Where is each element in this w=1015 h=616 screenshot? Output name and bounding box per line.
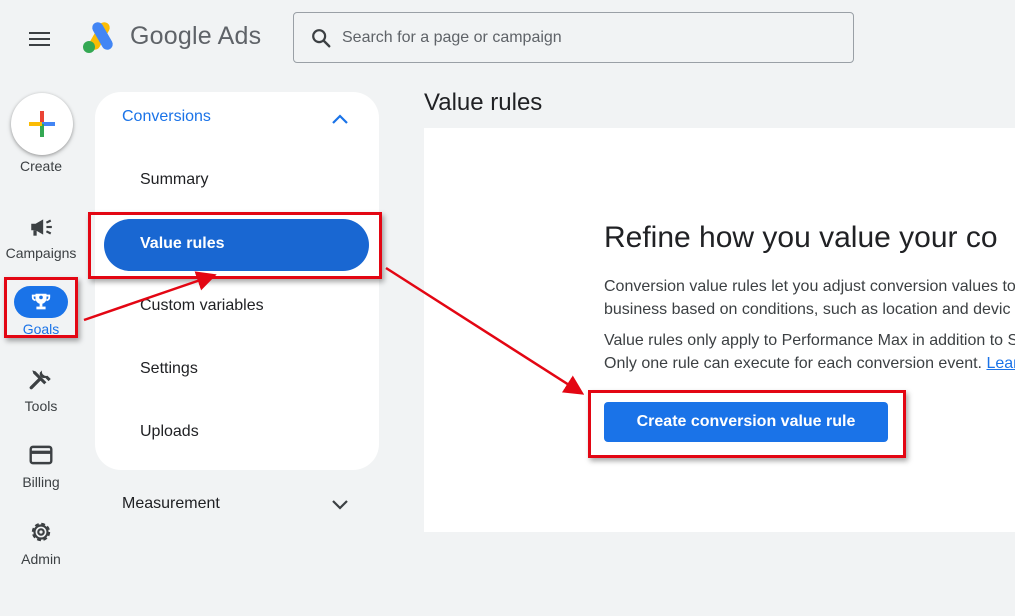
subnav-item-settings[interactable]: Settings [140, 360, 198, 378]
measurement-section-header[interactable]: Measurement [122, 495, 220, 513]
rail-item-label: Campaigns [5, 245, 77, 261]
rail-item-label: Billing [22, 474, 60, 490]
page-title: Value rules [424, 89, 543, 116]
description-line: Only one rule can execute for each conve… [604, 352, 1015, 375]
gear-icon [31, 522, 51, 542]
annotation-box-value-rules [88, 212, 382, 279]
rail-item-label: Tools [24, 398, 58, 414]
conversions-section-header[interactable]: Conversions [122, 108, 211, 126]
search-placeholder: Search for a page or campaign [342, 28, 562, 46]
chevron-up-icon[interactable] [331, 112, 349, 126]
subnav-item-summary[interactable]: Summary [140, 171, 208, 189]
description-line: business based on conditions, such as lo… [604, 301, 1011, 318]
conversions-subnav [95, 92, 379, 470]
empty-state-heading: Refine how you value your co [604, 221, 998, 254]
annotation-box-goals [4, 277, 78, 338]
rail-item-admin[interactable]: Admin [0, 517, 82, 569]
google-ads-logo [83, 22, 113, 53]
credit-card-icon [29, 445, 53, 465]
description-line: Conversion value rules let you adjust co… [604, 278, 1015, 295]
search-icon [312, 28, 331, 47]
description-line: Value rules only apply to Performance Ma… [604, 332, 1015, 349]
create-button[interactable] [11, 93, 73, 155]
plus-icon [29, 111, 55, 137]
rail-item-billing[interactable]: Billing [0, 440, 82, 492]
create-label: Create [19, 158, 63, 174]
subnav-item-uploads[interactable]: Uploads [140, 423, 199, 441]
megaphone-icon [31, 219, 52, 236]
brand-name: Google Ads [130, 22, 262, 50]
rail-item-label: Admin [21, 551, 61, 567]
rail-item-campaigns[interactable]: Campaigns [0, 210, 82, 265]
value-rules-card: Refine how you value your co Conversion … [424, 128, 1015, 532]
annotation-box-create-button [588, 390, 906, 458]
search-input[interactable]: Search for a page or campaign [293, 12, 854, 63]
learn-more-link[interactable]: Lear [986, 355, 1015, 372]
chevron-down-icon[interactable] [331, 498, 349, 512]
tools-icon [29, 370, 51, 390]
main-menu-icon[interactable] [29, 28, 53, 48]
subnav-item-custom-variables[interactable]: Custom variables [140, 297, 264, 315]
rail-item-tools[interactable]: Tools [0, 364, 82, 416]
